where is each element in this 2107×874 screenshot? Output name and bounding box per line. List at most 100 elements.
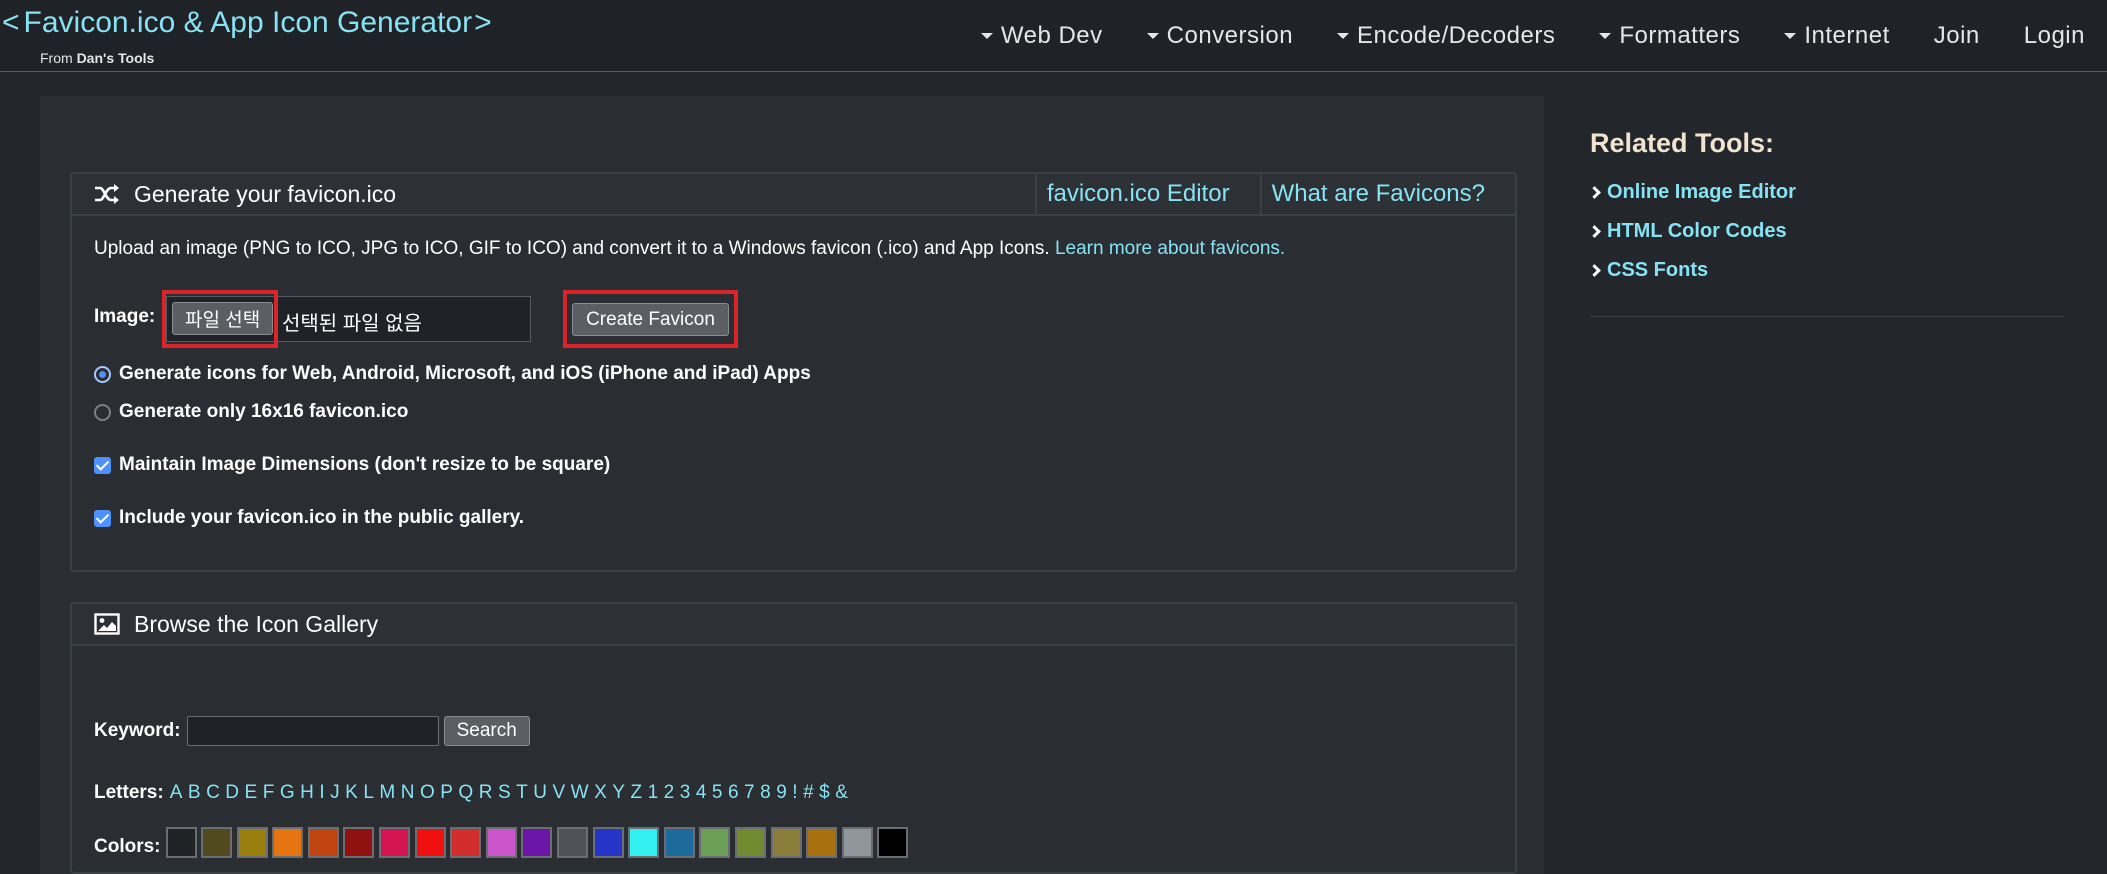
keyword-row: Keyword: Search — [94, 716, 530, 746]
shuffle-icon — [94, 183, 122, 205]
favicon-editor-link[interactable]: favicon.ico Editor — [1037, 174, 1260, 214]
letter-link[interactable]: 9 — [776, 782, 787, 803]
image-icon — [94, 613, 122, 635]
nav-formatters[interactable]: Formatters — [1599, 22, 1740, 50]
color-swatch[interactable] — [414, 826, 446, 858]
letter-link[interactable]: X — [594, 782, 607, 803]
letter-link[interactable]: U — [533, 782, 547, 803]
highlight-box — [162, 290, 278, 348]
letter-link[interactable]: R — [479, 782, 493, 803]
color-swatch[interactable] — [735, 826, 766, 858]
image-upload-row: Image: 파일 선택 선택된 파일 없음 Create Favicon — [94, 290, 1394, 348]
nav-label: Web Dev — [1000, 22, 1103, 49]
color-swatch[interactable] — [165, 826, 197, 858]
option-all-platforms[interactable]: Generate icons for Web, Android, Microso… — [94, 363, 811, 385]
radio-all-platforms[interactable] — [94, 365, 111, 383]
color-swatch[interactable] — [236, 826, 268, 858]
maintain-dimensions-label: Maintain Image Dimensions (don't resize … — [119, 454, 611, 475]
letter-link[interactable]: & — [835, 782, 848, 803]
letter-link[interactable]: W — [571, 782, 589, 803]
letter-link[interactable]: Q — [458, 782, 473, 803]
color-swatch[interactable] — [806, 826, 838, 858]
letter-link[interactable]: Y — [612, 782, 625, 803]
letter-link[interactable]: B — [188, 782, 201, 803]
option-public-gallery[interactable]: Include your favicon.ico in the public g… — [94, 507, 524, 529]
color-swatch[interactable] — [450, 826, 482, 858]
caret-down-icon — [1337, 33, 1350, 39]
color-swatch[interactable] — [877, 826, 909, 858]
generate-card-header: Generate your favicon.ico favicon.ico Ed… — [72, 174, 1515, 216]
color-swatch[interactable] — [485, 826, 517, 858]
letter-link[interactable]: J — [330, 782, 340, 803]
what-are-favicons-link[interactable]: What are Favicons? — [1262, 174, 1515, 214]
option-16x16[interactable]: Generate only 16x16 favicon.ico — [94, 401, 408, 423]
letter-link[interactable]: 8 — [760, 782, 771, 803]
letter-link[interactable]: # — [803, 782, 814, 803]
color-swatch[interactable] — [521, 826, 553, 858]
brand[interactable]: < Favicon.ico & App Icon Generator > Fro… — [0, 6, 496, 66]
chevron-right-icon — [1588, 225, 1601, 238]
color-swatch[interactable] — [841, 826, 873, 858]
letter-link[interactable]: P — [440, 782, 453, 803]
caret-down-icon — [1146, 33, 1159, 39]
related-html-color-codes[interactable]: HTML Color Codes — [1588, 212, 2064, 251]
checkbox-public-gallery[interactable] — [94, 509, 111, 527]
letter-link[interactable]: V — [552, 782, 565, 803]
nav-web-dev[interactable]: Web Dev — [980, 22, 1103, 50]
color-swatch[interactable] — [272, 826, 304, 858]
color-swatch[interactable] — [379, 826, 411, 858]
letter-link[interactable]: O — [420, 782, 435, 803]
letter-link[interactable]: 1 — [648, 782, 659, 803]
letter-link[interactable]: M — [379, 782, 395, 803]
color-swatch[interactable] — [307, 826, 339, 858]
brand-from: From Dan's Tools — [40, 50, 154, 66]
letter-link[interactable]: 5 — [712, 782, 723, 803]
color-swatch[interactable] — [770, 826, 802, 858]
nav-internet[interactable]: Internet — [1784, 22, 1889, 50]
letter-link[interactable]: N — [401, 782, 415, 803]
letter-link[interactable]: K — [345, 782, 358, 803]
letter-link[interactable]: Z — [630, 782, 642, 803]
letter-link[interactable]: C — [206, 782, 220, 803]
color-swatch[interactable] — [557, 826, 589, 858]
letter-link[interactable]: ! — [792, 782, 797, 803]
letter-link[interactable]: F — [263, 782, 275, 803]
color-swatch[interactable] — [592, 826, 624, 858]
letter-link[interactable]: E — [245, 782, 258, 803]
letter-link[interactable]: 4 — [696, 782, 707, 803]
nav-join[interactable]: Join — [1934, 22, 1980, 50]
letter-link[interactable]: G — [280, 782, 295, 803]
letter-link[interactable]: S — [498, 782, 511, 803]
learn-more-link[interactable]: Learn more about favicons. — [1055, 238, 1285, 259]
letter-link[interactable]: L — [363, 782, 374, 803]
letter-link[interactable]: $ — [819, 782, 830, 803]
color-swatch[interactable] — [343, 826, 375, 858]
checkbox-maintain-dimensions[interactable] — [94, 456, 111, 474]
letter-link[interactable]: 6 — [728, 782, 739, 803]
related-online-image-editor[interactable]: Online Image Editor — [1588, 173, 2064, 212]
letter-link[interactable]: I — [319, 782, 324, 803]
nav-login[interactable]: Login — [2024, 22, 2085, 50]
keyword-input[interactable] — [186, 716, 439, 746]
caret-down-icon — [980, 33, 993, 39]
letter-link[interactable]: 7 — [744, 782, 755, 803]
color-swatch[interactable] — [628, 826, 660, 858]
option-maintain-dimensions[interactable]: Maintain Image Dimensions (don't resize … — [94, 454, 610, 476]
site-title[interactable]: < Favicon.ico & App Icon Generator > — [0, 6, 496, 40]
color-swatch[interactable] — [201, 826, 233, 858]
letter-link[interactable]: 2 — [664, 782, 675, 803]
letter-link[interactable]: T — [516, 782, 528, 803]
letter-link[interactable]: D — [225, 782, 239, 803]
color-swatch[interactable] — [699, 826, 731, 858]
search-button[interactable]: Search — [443, 716, 530, 746]
related-css-fonts[interactable]: CSS Fonts — [1588, 251, 2064, 290]
letter-link[interactable]: H — [300, 782, 314, 803]
radio-16x16[interactable] — [94, 403, 111, 421]
letter-link[interactable]: A — [170, 782, 183, 803]
chevron-right-icon — [1588, 186, 1601, 199]
from-brand[interactable]: Dan's Tools — [77, 50, 155, 66]
letter-link[interactable]: 3 — [680, 782, 691, 803]
nav-conversion[interactable]: Conversion — [1146, 22, 1293, 50]
nav-encode-decoders[interactable]: Encode/Decoders — [1337, 22, 1555, 50]
color-swatch[interactable] — [663, 826, 695, 858]
